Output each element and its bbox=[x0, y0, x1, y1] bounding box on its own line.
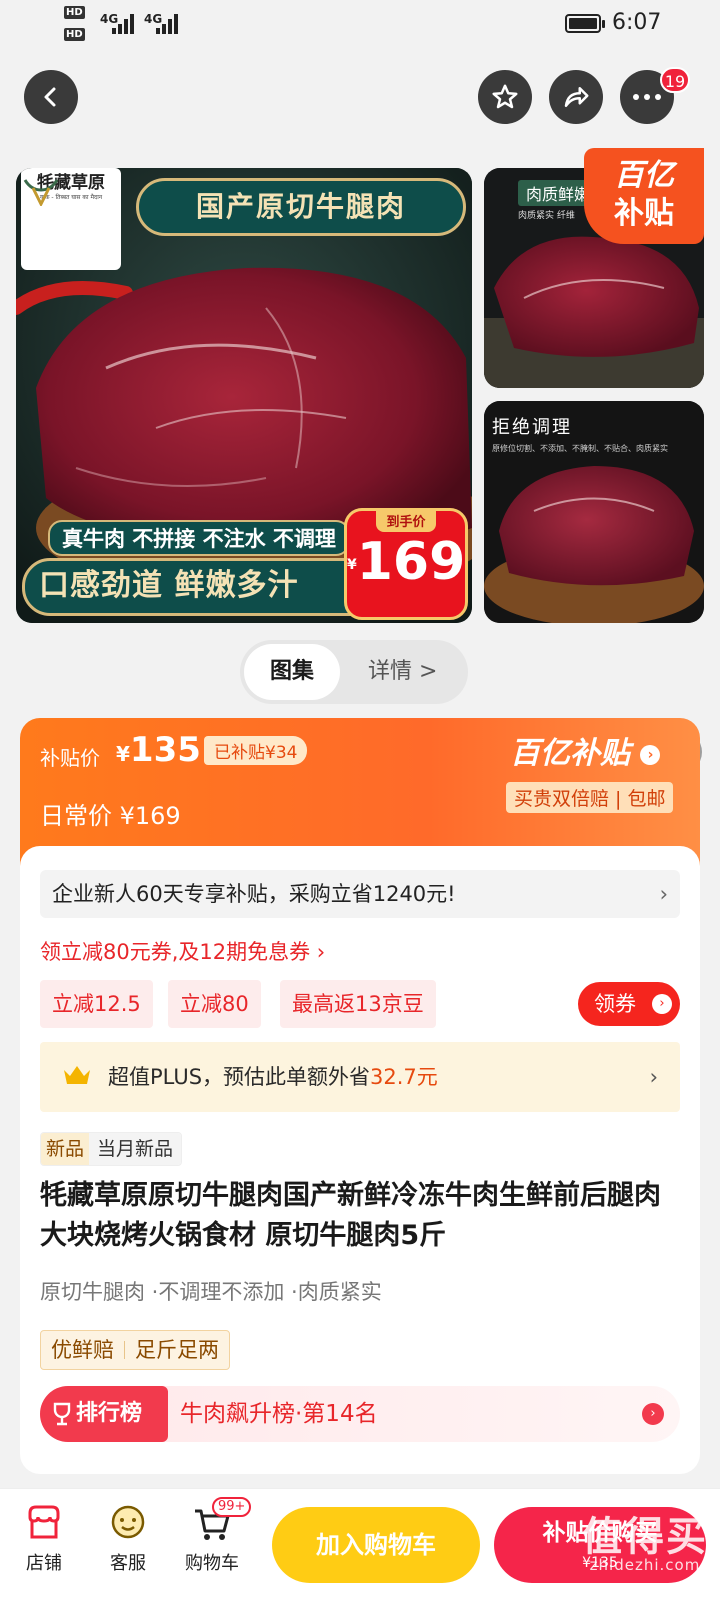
ranking-bar[interactable]: 排行榜 牛肉飙升榜·第14名 › bbox=[40, 1386, 680, 1442]
crown-icon bbox=[64, 1066, 90, 1084]
claim-text: 口感劲道 鲜嫩多汁 bbox=[22, 558, 382, 616]
guarantee-label: 买贵双倍赔 | 包邮 bbox=[506, 782, 674, 813]
ranking-text: 牛肉飙升榜·第14名 bbox=[180, 1401, 378, 1427]
clock: 6:07 bbox=[612, 10, 662, 35]
subsidy-brand-link[interactable]: 百亿补贴 › bbox=[510, 728, 661, 772]
trophy-icon bbox=[53, 1402, 71, 1426]
main-banner-text: 国产原切牛腿肉 bbox=[136, 178, 466, 236]
signal-icon bbox=[156, 12, 184, 34]
discount-chip[interactable]: 最高返13京豆 bbox=[280, 980, 436, 1028]
favorite-button[interactable] bbox=[478, 70, 532, 124]
share-icon bbox=[564, 87, 589, 107]
bull-logo-icon bbox=[23, 179, 59, 206]
ranking-label: 排行榜 bbox=[40, 1386, 168, 1442]
arrow-right-icon: › bbox=[642, 1403, 664, 1425]
product-title: 牦藏草原原切牛腿肉国产新鲜冷冻牛肉生鲜前后腿肉大块烧烤火锅食材 原切牛腿肉5斤 bbox=[40, 1180, 661, 1251]
star-icon bbox=[492, 84, 518, 109]
discount-chip[interactable]: 立减12.5 bbox=[40, 980, 153, 1028]
get-coupon-button[interactable]: 领券 › bbox=[578, 982, 680, 1026]
cart-count-badge: 99+ bbox=[212, 1497, 252, 1517]
thumbnail-title: 拒绝调理 bbox=[492, 417, 572, 438]
coupon-link[interactable]: 领立减80元券,及12期免息券 › bbox=[40, 936, 325, 966]
add-to-cart-button[interactable]: 加入购物车 bbox=[272, 1507, 480, 1583]
product-thumbnail[interactable]: 拒绝调理 原修位切割、不添加、不腌制、不贴合、肉质紧实 bbox=[484, 401, 704, 623]
subsidy-amount-tag: 已补贴¥34 bbox=[204, 736, 308, 765]
back-button[interactable] bbox=[24, 70, 78, 124]
status-bar: HD HD 4G 4G 6:07 bbox=[0, 0, 720, 50]
product-features: 原切牛腿肉 ·不调理不添加 ·肉质紧实 bbox=[40, 1280, 382, 1304]
product-info-card: 企业新人60天专享补贴，采购立省1240元! › 领立减80元券,及12期免息券… bbox=[20, 846, 700, 1474]
subsidy-price-label: 补贴价 bbox=[40, 746, 100, 770]
enterprise-promo-bar[interactable]: 企业新人60天专享补贴，采购立省1240元! › bbox=[40, 870, 680, 918]
nav-cart[interactable]: 99+ 购物车 bbox=[172, 1497, 252, 1575]
notification-badge: 19 bbox=[660, 67, 690, 93]
battery-icon bbox=[565, 14, 605, 33]
subsidy-corner-tag: 百亿 补贴 bbox=[584, 148, 704, 244]
claim-text: 真牛肉 不拼接 不注水 不调理 bbox=[48, 520, 350, 556]
media-tabs: 图集 详情 > bbox=[240, 640, 468, 704]
chevron-right-icon: › bbox=[659, 882, 668, 906]
service-icon bbox=[111, 1505, 145, 1539]
hd-indicator: HD bbox=[64, 6, 85, 19]
daily-price: 日常价 ¥169 bbox=[40, 802, 181, 830]
chevron-right-icon: › bbox=[649, 1065, 658, 1089]
tab-gallery[interactable]: 图集 bbox=[244, 644, 340, 700]
arrow-right-icon: › bbox=[640, 744, 661, 765]
nav-store[interactable]: 店铺 bbox=[4, 1497, 84, 1575]
service-tags[interactable]: 优鲜赔 足斤足两 bbox=[40, 1330, 230, 1370]
product-main-image[interactable]: 牦藏草原 याक - तिब्बत घास का मैदान 国产原切牛腿肉 真… bbox=[16, 168, 472, 623]
signal-icon bbox=[112, 12, 140, 34]
share-button[interactable] bbox=[549, 70, 603, 124]
brand-logo: 牦藏草原 याक - तिब्बत घास का मैदान bbox=[21, 168, 121, 270]
watermark-logo: 值得买 zhidezhi.com bbox=[582, 1514, 708, 1574]
more-icon bbox=[633, 94, 661, 100]
store-icon bbox=[28, 1505, 60, 1539]
plus-savings-bar[interactable]: 超值PLUS，预估此单额外省32.7元 › bbox=[40, 1042, 680, 1112]
discount-chip[interactable]: 立减80 bbox=[168, 980, 261, 1028]
price-badge: 到手价 ¥169 bbox=[344, 508, 468, 620]
subsidy-price: ¥135 bbox=[116, 730, 201, 770]
back-arrow-icon bbox=[44, 87, 56, 107]
arrow-right-icon: › bbox=[652, 994, 672, 1014]
nav-customer-service[interactable]: 客服 bbox=[88, 1497, 168, 1575]
hd-indicator: HD bbox=[64, 28, 85, 41]
new-product-tag: 新品 当月新品 bbox=[40, 1132, 183, 1166]
tab-details[interactable]: 详情 > bbox=[368, 644, 437, 700]
